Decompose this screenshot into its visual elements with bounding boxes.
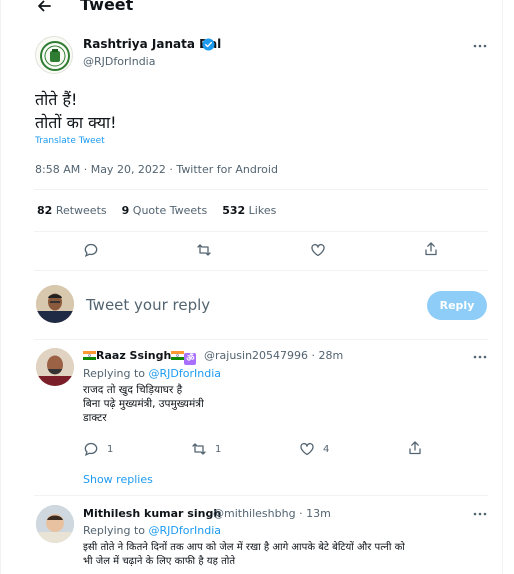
quote-tweets-stat[interactable]: 9 Quote Tweets bbox=[122, 204, 208, 217]
reply-icon[interactable] bbox=[83, 441, 99, 457]
reply-author-handle[interactable]: @mithileshbhg · 13m bbox=[213, 507, 331, 520]
arrow-left-icon[interactable] bbox=[34, 0, 54, 16]
like-heart-icon[interactable] bbox=[310, 242, 326, 258]
retweets-label: Retweets bbox=[55, 204, 107, 217]
retweet-icon[interactable] bbox=[196, 242, 212, 258]
reply-author-handle[interactable]: @rajusin20547996 · 28m bbox=[204, 349, 343, 362]
retweets-stat[interactable]: 82 Retweets bbox=[37, 204, 107, 217]
replying-to: Replying to @RJDforIndia bbox=[83, 524, 221, 537]
reply-text: इसी तोते ने कितने दिनों तक आप को जेल में… bbox=[83, 541, 405, 569]
reply-handle-text: @rajusin20547996 bbox=[204, 349, 309, 362]
show-replies-link[interactable]: Show replies bbox=[83, 473, 153, 486]
replying-to-mention[interactable]: @RJDforIndia bbox=[149, 367, 221, 380]
tweet-timestamp[interactable]: 8:58 AM · May 20, 2022 · Twitter for And… bbox=[35, 163, 278, 176]
divider bbox=[34, 339, 488, 340]
more-options-icon[interactable] bbox=[472, 40, 488, 52]
likes-count: 532 bbox=[222, 204, 246, 217]
user-avatar-image bbox=[36, 285, 74, 323]
reply-time: · 13m bbox=[299, 507, 331, 520]
om-symbol-icon: ॐ bbox=[184, 353, 197, 365]
reply-count: 1 bbox=[107, 444, 114, 455]
tweet-stats: 82 Retweets 9 Quote Tweets 532 Likes bbox=[37, 204, 276, 217]
reply-author-avatar-image bbox=[36, 348, 74, 386]
verified-badge-icon bbox=[202, 38, 215, 51]
divider bbox=[34, 231, 488, 232]
reply-handle-text: @mithileshbhg bbox=[213, 507, 296, 520]
quote-tweets-count: 9 bbox=[121, 204, 130, 217]
more-options-icon[interactable] bbox=[472, 351, 488, 363]
india-flag-icon bbox=[83, 351, 96, 360]
divider bbox=[34, 495, 488, 496]
like-heart-icon[interactable] bbox=[299, 441, 315, 457]
reply-text-line: राजद तो खुद चिड़ियाघर है bbox=[83, 384, 183, 396]
likes-label: Likes bbox=[248, 204, 277, 217]
reply-text-line: डाक्टर bbox=[83, 412, 107, 424]
tweet-text-line: तोते हैं! bbox=[35, 90, 78, 109]
reply-author-avatar-image bbox=[36, 505, 74, 543]
more-options-icon[interactable] bbox=[472, 508, 488, 520]
replying-to-prefix: Replying to bbox=[83, 367, 146, 380]
tweet-text: तोते हैं! तोतों का क्या! bbox=[35, 88, 117, 134]
reply-author-name[interactable]: Raaz Ssingh ॐ bbox=[83, 349, 197, 365]
column-border-right bbox=[502, 0, 503, 574]
replying-to-prefix: Replying to bbox=[83, 524, 146, 537]
column-border-left bbox=[0, 0, 1, 574]
reply-text-line: इसी तोते ने कितने दिनों तक आप को जेल में… bbox=[83, 542, 405, 553]
author-handle[interactable]: @RJDforIndia bbox=[83, 55, 155, 68]
retweets-count: 82 bbox=[37, 204, 53, 217]
replying-to-mention[interactable]: @RJDforIndia bbox=[149, 524, 221, 537]
likes-stat[interactable]: 532 Likes bbox=[222, 204, 276, 217]
share-icon[interactable] bbox=[407, 440, 423, 456]
share-icon[interactable] bbox=[423, 241, 439, 257]
like-count: 4 bbox=[323, 444, 330, 455]
user-avatar[interactable] bbox=[36, 285, 74, 323]
reply-icon[interactable] bbox=[83, 242, 99, 258]
divider bbox=[34, 270, 488, 271]
reply-text: राजद तो खुद चिड़ियाघर है बिना पढ़े मुख्य… bbox=[83, 383, 204, 425]
reply-button[interactable]: Reply bbox=[427, 291, 487, 320]
reply-author-avatar[interactable] bbox=[36, 505, 74, 543]
reply-input[interactable]: Tweet your reply bbox=[86, 296, 210, 314]
translate-tweet-link[interactable]: Translate Tweet bbox=[35, 136, 105, 146]
page-header: Tweet bbox=[0, 0, 502, 18]
reply-author-name-text: Raaz Ssingh bbox=[96, 349, 172, 362]
author-name[interactable]: Rashtriya Janata Dal bbox=[83, 37, 221, 51]
retweet-count: 1 bbox=[215, 444, 222, 455]
replying-to: Replying to @RJDforIndia bbox=[83, 367, 221, 380]
retweet-icon[interactable] bbox=[191, 441, 207, 457]
page-title: Tweet bbox=[80, 0, 134, 14]
reply-text-line: बिना पढ़े मुख्यमंत्री, उपमुख्यमंत्री bbox=[83, 398, 204, 410]
tweet-text-line: तोतों का क्या! bbox=[35, 113, 117, 132]
party-logo-icon bbox=[40, 41, 70, 71]
reply-time: · 28m bbox=[311, 349, 344, 362]
reply-author-avatar[interactable] bbox=[36, 348, 74, 386]
divider bbox=[34, 189, 488, 190]
author-avatar[interactable] bbox=[35, 36, 73, 74]
india-flag-icon bbox=[171, 351, 185, 360]
tweet-actions bbox=[0, 240, 502, 260]
reply-text-line: भी जेल में चढ़ाने के लिए काफी है यह तोते bbox=[83, 556, 236, 567]
reply-author-name[interactable]: Mithilesh kumar singh bbox=[83, 507, 221, 520]
quote-tweets-label: Quote Tweets bbox=[132, 204, 208, 217]
